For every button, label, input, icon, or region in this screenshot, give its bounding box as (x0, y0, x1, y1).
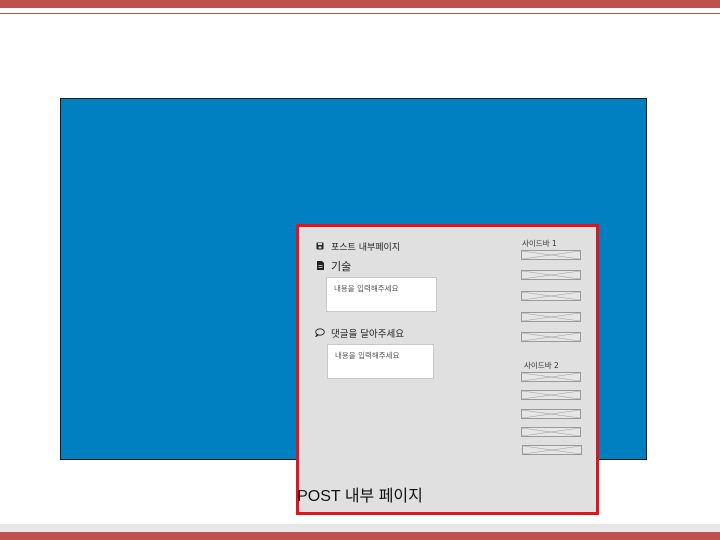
sidebar-2-image-placeholder (521, 390, 581, 400)
top-accent-bar (0, 0, 720, 8)
sidebar-1-image-placeholder (521, 250, 581, 260)
sidebar-2-image-placeholder (521, 427, 581, 437)
sidebar-1-label: 사이드바 1 (522, 239, 557, 248)
post-category-row: 기술 (315, 258, 351, 274)
wireframe-canvas: 포스트 내부페이지 기술 내용을 입력해주세요 댓글을 달아주세요 내용을 입력… (60, 98, 647, 515)
comment-input[interactable]: 내용을 입력해주세요 (327, 344, 434, 379)
comment-heading: 댓글을 달아주세요 (331, 329, 404, 340)
content-input[interactable]: 내용을 입력해주세요 (326, 277, 437, 312)
file-icon (315, 260, 325, 272)
post-page-wireframe: 포스트 내부페이지 기술 내용을 입력해주세요 댓글을 달아주세요 내용을 입력… (296, 224, 599, 515)
sidebar-1-image-placeholder (521, 270, 581, 280)
save-icon (315, 242, 325, 252)
sidebar-2-image-placeholder (522, 445, 582, 455)
post-title: 포스트 내부페이지 (331, 243, 401, 253)
top-accent-line (0, 13, 720, 14)
post-category: 기술 (331, 260, 352, 273)
slide-caption: POST 내부 페이지 (297, 488, 423, 505)
bottom-accent-bar (0, 532, 720, 540)
sidebar-2-label: 사이드바 2 (524, 361, 559, 370)
sidebar-2-image-placeholder (521, 409, 581, 419)
comment-icon (314, 327, 325, 339)
post-title-row: 포스트 내부페이지 (315, 240, 400, 253)
bottom-gray-band (0, 524, 720, 532)
sidebar-1-image-placeholder (521, 291, 581, 301)
sidebar-1-image-placeholder (521, 312, 581, 322)
comment-heading-row: 댓글을 달아주세요 (314, 326, 404, 340)
sidebar-2-image-placeholder (521, 372, 581, 382)
sidebar-1-image-placeholder (521, 332, 581, 342)
